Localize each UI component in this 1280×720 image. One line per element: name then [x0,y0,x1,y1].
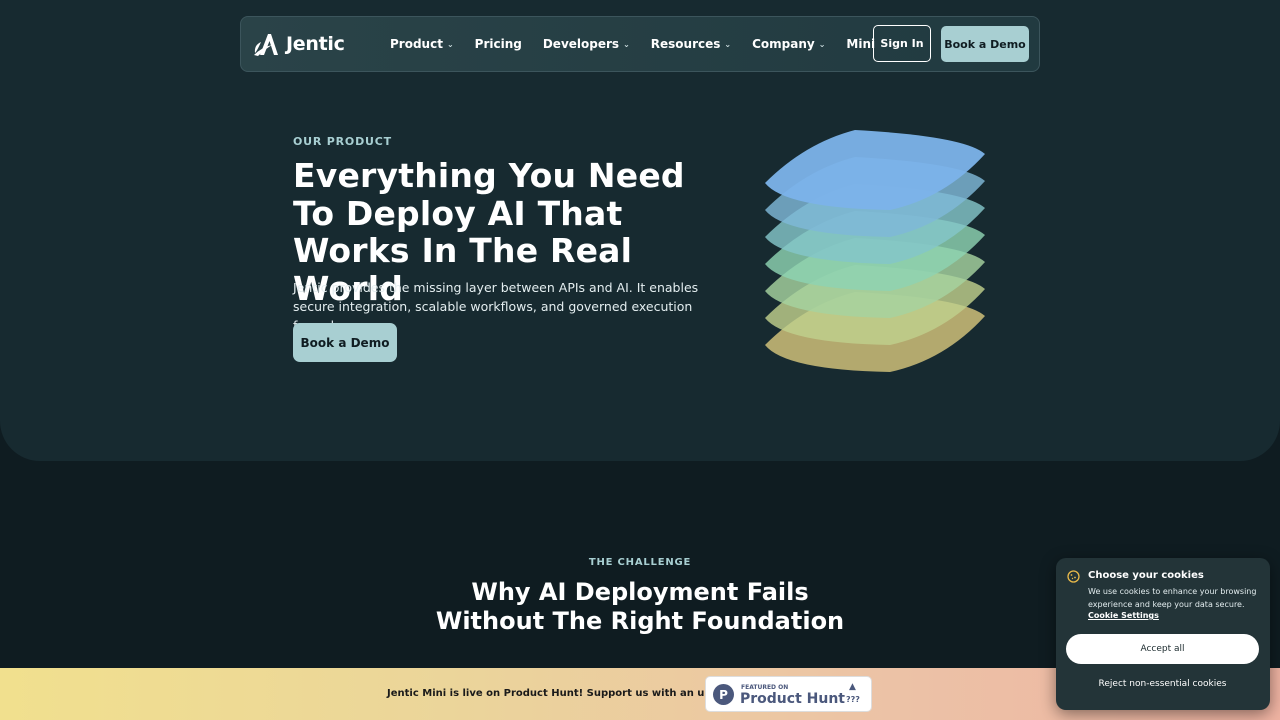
cookie-consent-dialog: Choose your cookies We use cookies to en… [1056,558,1270,710]
nav-links: Product ⌄ Pricing Developers ⌄ Resources ⌄ Comp… [390,17,896,71]
badge-featured-label: FEATURED ON [741,684,789,691]
reject-non-essential-button[interactable]: Reject non-essential cookies [1066,672,1259,696]
nav-item-resources[interactable]: Resources ⌄ [651,37,731,51]
hero-eyebrow: OUR PRODUCT [293,135,392,148]
jentic-logo-icon [254,34,278,56]
logo-text: Jentic [286,33,345,55]
upvote-arrow-icon: ▲ [849,682,856,692]
badge-product-hunt-label: Product Hunt [740,691,845,707]
chevron-down-icon: ⌄ [446,39,454,49]
sign-in-button[interactable]: Sign In [873,25,931,62]
product-hunt-logo-icon: P [713,684,734,705]
cookie-text: We use cookies to enhance your browsing … [1088,587,1257,609]
top-navigation: Jentic Product ⌄ Pricing Developers ⌄ Resourc… [240,16,1040,72]
stacked-layers-illustration [765,130,985,372]
banner-text: Jentic Mini is live on Product Hunt! Sup… [387,688,737,699]
chevron-down-icon: ⌄ [724,39,732,49]
nav-item-developers[interactable]: Developers ⌄ [543,37,630,51]
nav-item-product[interactable]: Product ⌄ [390,37,454,51]
nav-item-label: Product [390,37,443,51]
hero-book-demo-button[interactable]: Book a Demo [293,323,397,362]
nav-item-label: Mini [846,37,876,51]
nav-book-demo-button[interactable]: Book a Demo [941,26,1029,62]
chevron-down-icon: ⌄ [818,39,826,49]
nav-item-mini[interactable]: Mini [846,37,875,51]
nav-item-label: Developers [542,37,620,51]
upvote-count: ??? [846,695,860,704]
nav-item-company[interactable]: Company ⌄ [752,37,825,51]
nav-item-label: Pricing [474,37,522,51]
nav-item-pricing[interactable]: Pricing [475,37,522,51]
cookie-title: Choose your cookies [1088,570,1204,581]
product-hunt-badge[interactable]: P FEATURED ON Product Hunt ▲ ??? [705,676,872,712]
nav-item-label: Resources [650,37,721,51]
logo[interactable]: Jentic [252,31,345,57]
chevron-down-icon: ⌄ [623,39,630,49]
cookie-icon [1067,570,1080,586]
nav-item-label: Company [752,37,815,51]
cookie-settings-link[interactable]: Cookie Settings [1088,611,1159,620]
accept-all-button[interactable]: Accept all [1066,634,1259,664]
